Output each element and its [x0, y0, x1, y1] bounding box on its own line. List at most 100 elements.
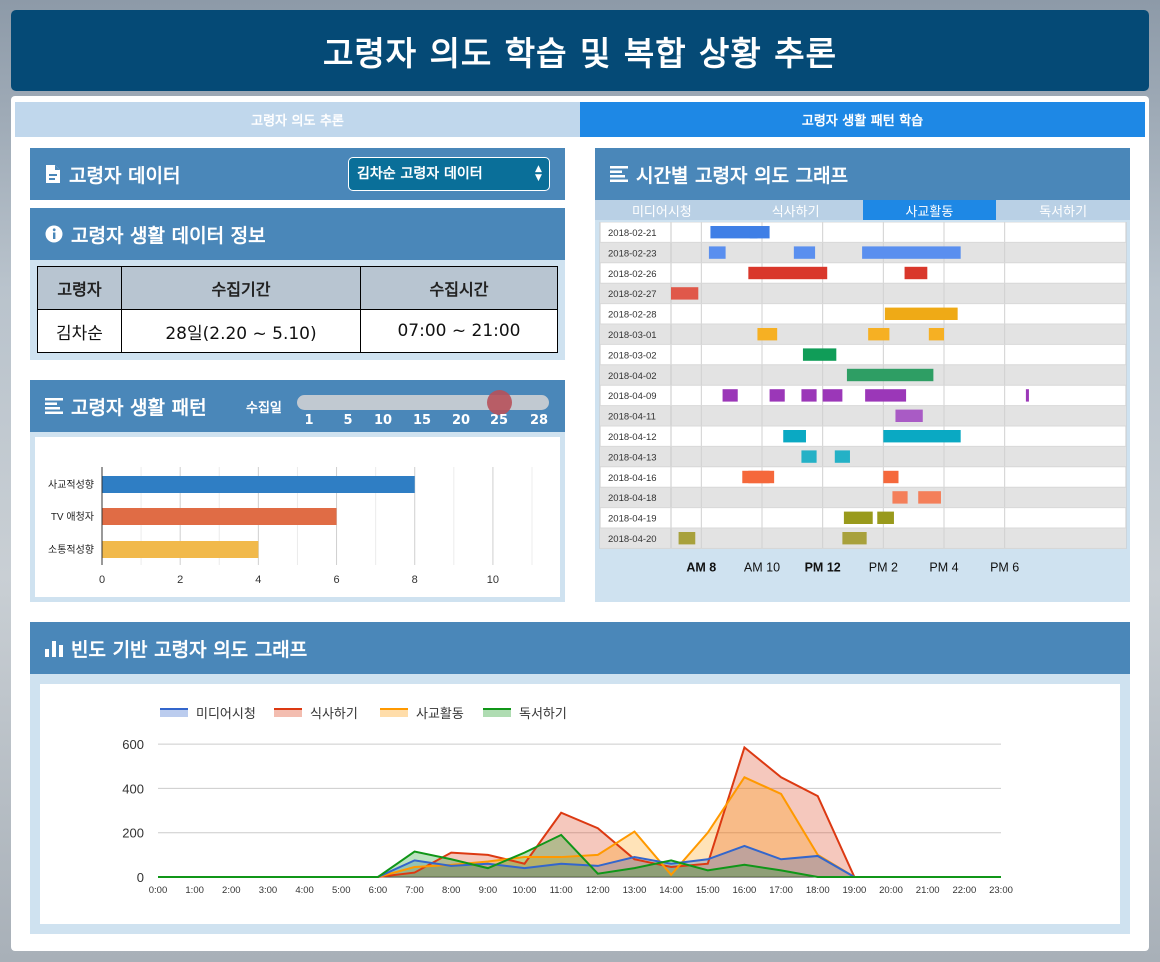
timeline-bar	[877, 511, 894, 524]
freq-x-tick-label: 10:00	[513, 885, 537, 896]
freq-x-tick-label: 5:00	[332, 885, 351, 896]
file-icon	[45, 164, 61, 184]
intent-tab-social[interactable]: 사교활동	[862, 200, 997, 220]
intent-tab-reading[interactable]: 독서하기	[996, 200, 1130, 220]
timeline-panel: 시간별 고령자 의도 그래프 미디어시청 식사하기 사교활동 독서하기 2018…	[595, 148, 1130, 602]
timeline-bar	[846, 368, 934, 382]
info-icon	[45, 225, 63, 243]
main-frame: 고령자 의도 추론 고령자 생활 패턴 학습 고령자 데이터 김차순 고령자 데…	[11, 96, 1149, 951]
timeline-bar	[678, 532, 696, 545]
intent-tab-meal[interactable]: 식사하기	[728, 200, 863, 220]
timeline-date-label: 2018-04-20	[608, 534, 657, 545]
pattern-bar	[102, 508, 337, 525]
frequency-panel-title: 빈도 기반 고령자 의도 그래프	[71, 638, 308, 661]
slider-thumb[interactable]	[486, 390, 512, 415]
info-panel: 고령자 생활 데이터 정보 고령자 수집기간 수집시간 김차순 28일(2.20…	[30, 208, 565, 360]
legend-item[interactable]: 독서하기	[483, 703, 567, 722]
timeline-bar	[802, 348, 837, 361]
timeline-row-bg	[600, 405, 1126, 426]
slider-tick-label: 15	[412, 413, 432, 428]
slider-tick-label: 28	[529, 413, 549, 428]
timeline-panel-title: 시간별 고령자 의도 그래프	[636, 164, 849, 187]
info-cell-time: 07:00 ~ 21:00	[360, 309, 558, 353]
elder-data-select[interactable]: 김차순 고령자 데이터	[348, 157, 550, 191]
x-tick-label: 10	[487, 574, 499, 586]
timeline-date-label: 2018-02-28	[608, 310, 657, 321]
pattern-panel-title: 고령자 생활 패턴	[71, 396, 207, 419]
legend-swatch	[483, 708, 511, 717]
legend-label: 독서하기	[519, 707, 567, 722]
freq-x-tick-label: 18:00	[806, 885, 830, 896]
timeline-bar	[892, 491, 908, 504]
info-cell-period: 28일(2.20 ~ 5.10)	[121, 309, 361, 353]
timeline-date-label: 2018-03-01	[608, 330, 657, 341]
timeline-bar	[904, 266, 928, 280]
timeline-bar	[895, 409, 923, 422]
slider-tick-label: 25	[489, 413, 509, 428]
info-panel-title: 고령자 생활 데이터 정보	[71, 224, 266, 247]
freq-y-tick-label: 400	[122, 781, 144, 796]
timeline-bar	[1025, 389, 1029, 402]
timeline-bar	[842, 532, 867, 545]
table-row: 김차순 28일(2.20 ~ 5.10) 07:00 ~ 21:00	[37, 309, 558, 353]
timeline-panel-header: 시간별 고령자 의도 그래프	[595, 148, 1130, 200]
timeline-x-tick-label: PM 12	[805, 560, 841, 574]
legend-label: 사교활동	[416, 707, 464, 722]
timeline-date-label: 2018-04-19	[608, 514, 657, 525]
pattern-bar	[102, 541, 259, 558]
legend-label: 식사하기	[310, 707, 358, 722]
legend-item[interactable]: 사교활동	[380, 703, 464, 722]
freq-x-tick-label: 16:00	[733, 885, 757, 896]
tab-intent-inference[interactable]: 고령자 의도 추론	[15, 102, 580, 137]
legend-item[interactable]: 미디어시청	[160, 703, 256, 722]
frequency-panel: 빈도 기반 고령자 의도 그래프 미디어시청 식사하기 사교활동 독서하기 0 200 4…	[30, 622, 1130, 934]
timeline-bar	[918, 491, 941, 504]
data-panel: 고령자 데이터 김차순 고령자 데이터 ▲ ▼	[30, 148, 565, 200]
freq-x-tick-label: 11:00	[550, 885, 573, 896]
pattern-chart: 0 2 4 6 8 10 사교적성향 TV 애청자 소통적성향	[35, 437, 560, 597]
timeline-date-label: 2018-04-18	[608, 493, 657, 504]
x-tick-label: 2	[177, 574, 183, 586]
timeline-bar	[801, 389, 817, 402]
timeline-date-label: 2018-02-21	[608, 228, 657, 239]
slider-tick-label: 5	[343, 413, 353, 428]
timeline-bar	[834, 450, 850, 463]
pattern-panel: 고령자 생활 패턴 수집일 1 5 10 15 20 25 28 0 2 4 6 8 10 사교적성향 T…	[30, 380, 565, 602]
intent-tab-media[interactable]: 미디어시청	[595, 200, 729, 220]
timeline-bar	[769, 389, 785, 402]
timeline-x-tick-label: PM 2	[869, 560, 898, 574]
freq-x-tick-label: 3:00	[259, 885, 278, 896]
category-label: TV 애청자	[51, 511, 94, 523]
timeline-x-tick-label: AM 10	[744, 560, 780, 574]
timeline-bar	[884, 307, 958, 320]
freq-x-tick-label: 1:00	[185, 885, 204, 896]
timeline-row-bg	[600, 487, 1126, 508]
timeline-bar	[928, 328, 944, 341]
x-tick-label: 4	[255, 574, 261, 586]
freq-x-tick-label: 22:00	[952, 885, 976, 896]
data-panel-title: 고령자 데이터	[69, 164, 181, 187]
list-icon	[610, 166, 628, 182]
freq-x-tick-label: 15:00	[696, 885, 720, 896]
timeline-x-tick-label: PM 6	[990, 560, 1019, 574]
list-icon	[45, 398, 63, 414]
legend-item[interactable]: 식사하기	[274, 703, 358, 722]
category-label: 소통적성향	[48, 544, 94, 556]
freq-x-tick-label: 13:00	[623, 885, 647, 896]
legend-swatch	[274, 708, 302, 717]
timeline-x-tick-label: AM 8	[686, 560, 716, 574]
slider-tick-label: 20	[451, 413, 471, 428]
legend-label: 미디어시청	[196, 707, 256, 722]
frequency-panel-header: 빈도 기반 고령자 의도 그래프	[30, 622, 1130, 674]
slider-label: 수집일	[246, 401, 282, 416]
freq-x-tick-label: 17:00	[769, 885, 793, 896]
timeline-date-label: 2018-04-12	[608, 432, 657, 443]
freq-x-tick-label: 9:00	[479, 885, 498, 896]
frequency-chart: 미디어시청 식사하기 사교활동 독서하기 0 200 400 600 0:00 1:00 2:00…	[40, 684, 1120, 924]
freq-x-tick-label: 14:00	[659, 885, 683, 896]
timeline-bar	[822, 389, 843, 402]
timeline-x-tick-label: PM 4	[929, 560, 958, 574]
info-table: 고령자 수집기간 수집시간 김차순 28일(2.20 ~ 5.10) 07:00…	[37, 266, 558, 353]
tab-life-pattern-learning[interactable]: 고령자 생활 패턴 학습	[580, 102, 1145, 137]
info-table-header-row: 고령자 수집기간 수집시간	[37, 266, 558, 310]
